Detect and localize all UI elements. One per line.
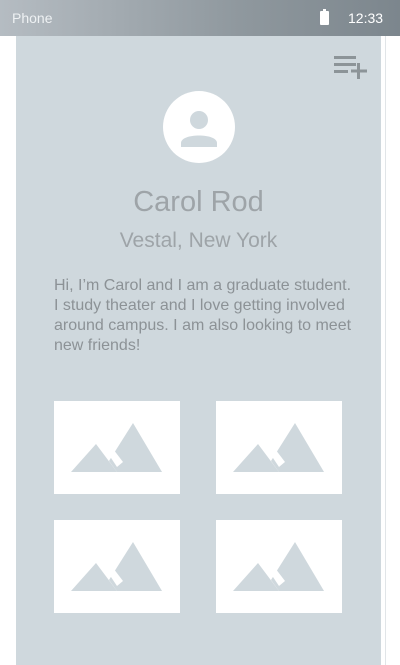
battery-full-icon [320, 9, 329, 25]
profile-name: Carol Rod [133, 186, 264, 218]
status-bar: Phone 12:33 [0, 0, 400, 36]
card-divider [385, 36, 386, 665]
image-placeholder-icon [233, 542, 324, 591]
status-time: 12:33 [348, 10, 384, 26]
gallery-photo-2[interactable] [216, 401, 342, 494]
gallery-photo-3[interactable] [54, 520, 180, 613]
avatar[interactable] [163, 91, 235, 163]
person-icon [181, 111, 217, 147]
profile-location: Vestal, New York [119, 229, 278, 252]
image-placeholder-icon [71, 423, 162, 472]
image-placeholder-icon [71, 542, 162, 591]
gallery-photo-1[interactable] [54, 401, 180, 494]
gallery-photo-4[interactable] [216, 520, 342, 613]
profile-bio: Hi, I’m Carol and I am a graduate studen… [54, 277, 352, 354]
device-label: Phone [12, 10, 53, 26]
playlist-add-icon[interactable] [333, 52, 369, 80]
image-placeholder-icon [233, 423, 324, 472]
